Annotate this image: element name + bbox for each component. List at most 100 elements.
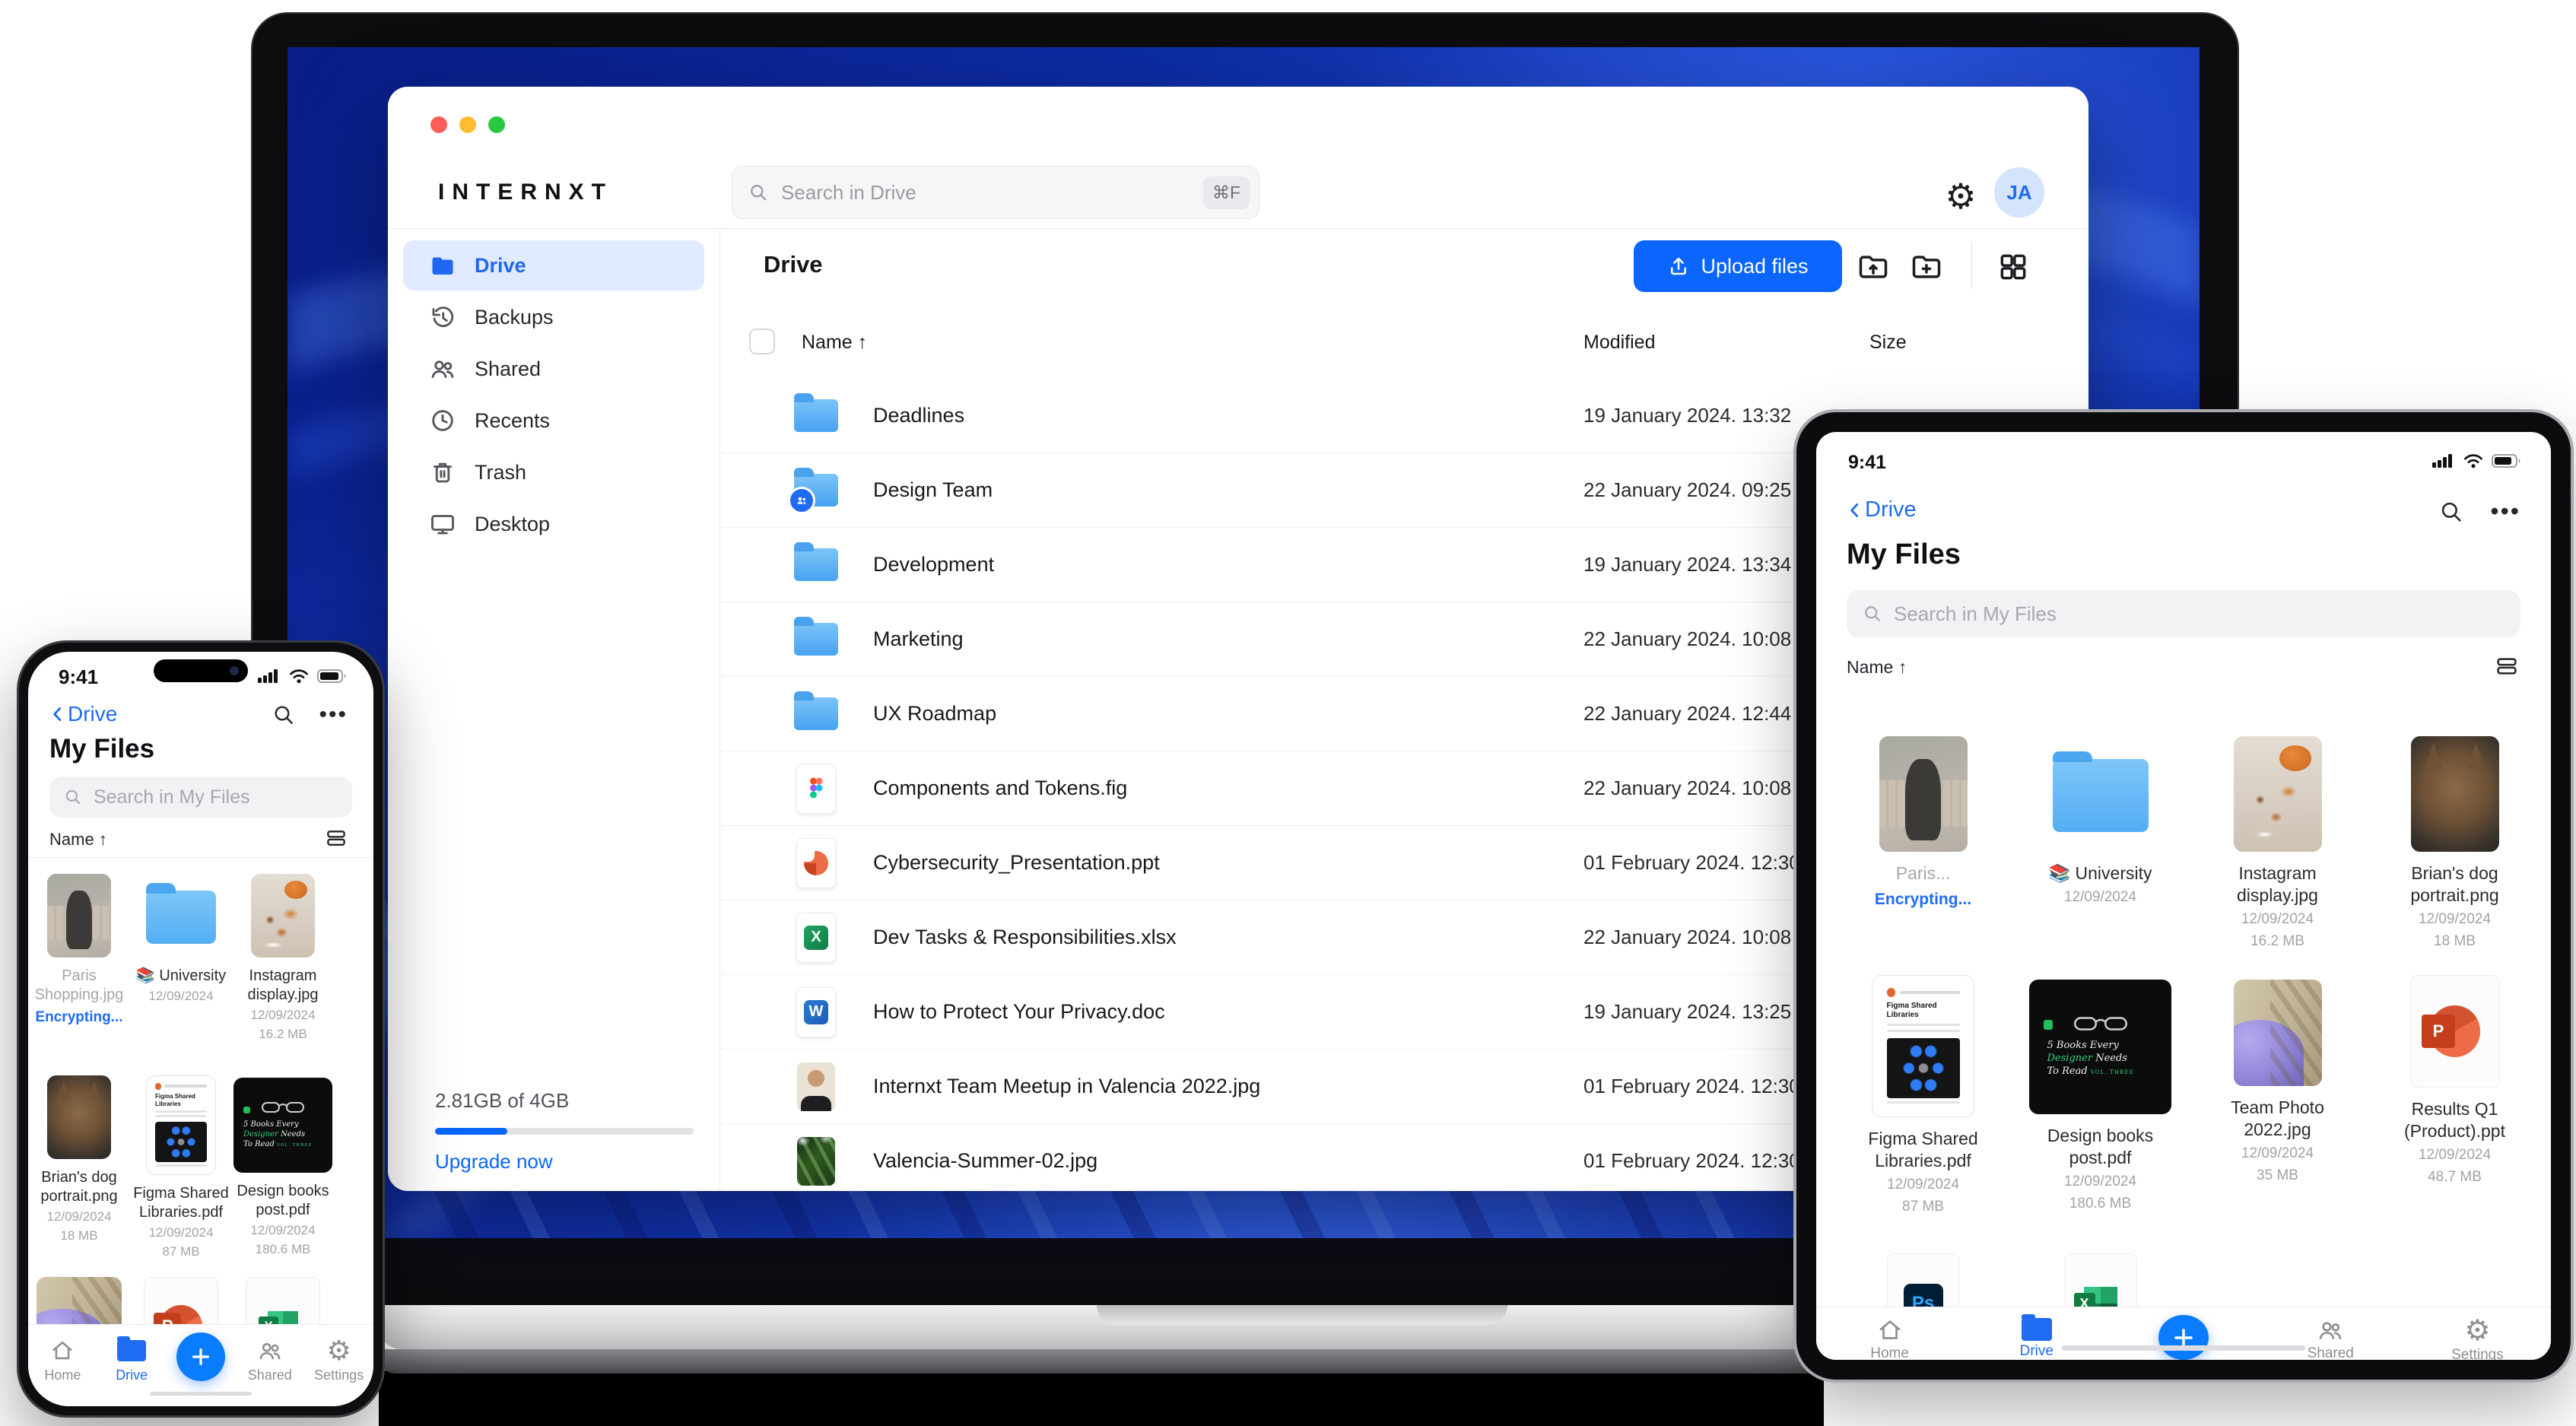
minimize-window-button[interactable]: [459, 116, 476, 133]
sidebar-item-shared[interactable]: Shared: [403, 344, 704, 394]
column-header-size[interactable]: Size: [1869, 332, 1907, 354]
tab-shared[interactable]: Shared: [2257, 1316, 2404, 1360]
tab-settings[interactable]: ⚙ Settings: [2404, 1316, 2551, 1360]
file-tile-figma-pdf[interactable]: Figma Shared Libraries Figma Shared Libra…: [1834, 975, 2012, 1216]
folder-tile-university[interactable]: 📚 University 12/09/2024: [130, 874, 232, 1043]
sort-arrow-icon: ↑: [98, 830, 107, 849]
column-header-modified[interactable]: Modified: [1583, 332, 1656, 354]
shared-people-icon: [2319, 1322, 2342, 1339]
file-tile-paris[interactable]: Paris... Encrypting...: [1834, 736, 2012, 951]
file-name: Instagram display.jpg: [2237, 863, 2318, 905]
file-tile-results-ppt[interactable]: P Results Q1 (Product).ppt 12/09/2024 48…: [2366, 975, 2543, 1216]
shared-badge-icon: [788, 487, 815, 514]
file-modified: 22 January 2024. 12:44: [1583, 702, 1792, 725]
drive-search-input[interactable]: [780, 179, 1203, 205]
sidebar-item-desktop[interactable]: Desktop: [403, 499, 704, 549]
zoom-window-button[interactable]: [488, 116, 505, 133]
wifi-icon: [290, 669, 308, 684]
more-menu-button[interactable]: •••: [319, 702, 348, 728]
file-name: Development: [873, 553, 995, 576]
pdf-cover-thumbnail: 5 Books Every Designer Needs To Read VOL…: [2029, 980, 2171, 1115]
tab-drive[interactable]: Drive: [1963, 1313, 2110, 1360]
file-name: Deadlines: [873, 404, 965, 427]
file-size: 180.6 MB: [2069, 1196, 2132, 1212]
grid-view-button[interactable]: [1996, 249, 2031, 284]
list-view-toggle[interactable]: [325, 827, 348, 853]
sort-control[interactable]: Name ↑: [1847, 657, 1907, 678]
back-button[interactable]: Drive: [48, 702, 117, 726]
search-icon[interactable]: [2438, 499, 2464, 525]
file-tile-figma-pdf[interactable]: Figma Shared Libraries Figma Shared Libra…: [130, 1075, 232, 1260]
sort-control[interactable]: Name ↑: [49, 830, 107, 850]
file-tile-dog[interactable]: Brian's dog portrait.png 12/09/2024 18 M…: [2366, 736, 2543, 951]
tab-shared[interactable]: Shared: [235, 1335, 304, 1406]
file-size: 180.6 MB: [255, 1242, 311, 1257]
file-tile-design-books[interactable]: 5 Books Every Designer Needs To Read VOL…: [2012, 975, 2189, 1216]
file-name: Cybersecurity_Presentation.ppt: [873, 851, 1160, 874]
laptop-shadow: [379, 1370, 1824, 1426]
settings-gear-icon[interactable]: ⚙: [1939, 172, 1982, 221]
file-name: Components and Tokens.fig: [873, 777, 1128, 799]
sidebar-item-backups[interactable]: Backups: [403, 292, 704, 342]
powerpoint-file-icon: P: [2409, 975, 2500, 1088]
storage-progress-bar: [435, 1128, 694, 1135]
sidebar: Drive Backups Shared Recents Trash Deskt…: [388, 228, 720, 1191]
tab-settings[interactable]: ⚙ Settings: [304, 1335, 373, 1406]
folder-icon: [794, 691, 838, 730]
file-tile-instagram[interactable]: Instagram display.jpg 12/09/2024 16.2 MB: [2189, 736, 2366, 951]
tab-drive[interactable]: Drive: [97, 1335, 167, 1406]
file-tile-design-books[interactable]: 5 Books Every Designer Needs To Read VOL…: [232, 1075, 334, 1260]
search-icon[interactable]: [272, 703, 296, 727]
recents-clock-icon: [432, 410, 453, 431]
sidebar-item-recents[interactable]: Recents: [403, 395, 704, 446]
file-tile-instagram[interactable]: Instagram display.jpg 12/09/2024 16.2 MB: [232, 874, 334, 1043]
tab-home[interactable]: Home: [28, 1335, 97, 1406]
shared-folder-icon: [788, 468, 838, 514]
more-menu-button[interactable]: •••: [2490, 497, 2520, 526]
word-file-icon: W: [796, 986, 836, 1037]
signal-icon: [2432, 454, 2452, 468]
file-modified: 01 February 2024. 12:30: [1583, 1149, 1800, 1172]
photo-thumbnail-person: [797, 1062, 835, 1111]
user-avatar[interactable]: JA: [1994, 167, 2044, 218]
back-label: Drive: [1865, 497, 1917, 522]
upload-folder-button[interactable]: [1856, 249, 1891, 284]
search-input[interactable]: [1892, 601, 2505, 627]
sidebar-item-trash[interactable]: Trash: [403, 447, 704, 497]
add-new-button[interactable]: [2110, 1315, 2257, 1360]
plus-fab-icon[interactable]: [176, 1332, 225, 1381]
file-modified: 01 February 2024. 12:30: [1583, 1075, 1800, 1097]
file-tile-paris[interactable]: Paris Shopping.jpg Encrypting...: [28, 874, 130, 1043]
plus-fab-icon[interactable]: [2158, 1315, 2209, 1360]
file-name: Results Q1 (Product).ppt: [2404, 1099, 2505, 1141]
file-size: 16.2 MB: [259, 1027, 307, 1041]
phone-screen: 9:41 Drive ••• My Files Name ↑: [28, 652, 373, 1406]
file-modified: 19 January 2024. 13:32: [1583, 404, 1792, 427]
column-header-name[interactable]: Name ↑: [802, 332, 867, 354]
search-input[interactable]: [92, 785, 338, 809]
search-bar[interactable]: [49, 777, 352, 818]
file-tile-dog[interactable]: Brian's dog portrait.png 12/09/2024 18 M…: [28, 1075, 130, 1260]
sidebar-item-drive[interactable]: Drive: [403, 240, 704, 291]
list-view-toggle[interactable]: [2495, 654, 2519, 682]
tablet-screen: 9:41 Drive ••• My Files Name ↑: [1816, 432, 2551, 1360]
file-tile-team-photo[interactable]: Team Photo 2022.jpg 12/09/2024 35 MB: [2189, 975, 2366, 1216]
add-new-button[interactable]: [167, 1332, 236, 1406]
upload-files-button[interactable]: Upload files: [1634, 240, 1842, 292]
file-name: Valencia-Summer-02.jpg: [873, 1149, 1098, 1172]
select-all-checkbox[interactable]: [749, 329, 775, 354]
tab-home[interactable]: Home: [1816, 1316, 1963, 1360]
new-folder-button[interactable]: [1909, 249, 1944, 284]
close-window-button[interactable]: [430, 116, 447, 133]
search-bar[interactable]: [1847, 590, 2520, 637]
photo-thumbnail: [251, 874, 315, 958]
file-modified: 22 January 2024. 09:25: [1583, 478, 1792, 501]
upgrade-now-link[interactable]: Upgrade now: [435, 1150, 694, 1174]
toolbar-divider: [1971, 242, 1972, 289]
settings-gear-icon: ⚙: [326, 1335, 351, 1366]
shared-people-icon: [259, 1342, 281, 1360]
drive-search-bar[interactable]: ⌘F: [732, 166, 1259, 219]
signal-icon: [258, 669, 278, 683]
folder-tile-university[interactable]: 📚 University 12/09/2024: [2012, 736, 2189, 951]
back-button[interactable]: Drive: [1845, 497, 1917, 522]
